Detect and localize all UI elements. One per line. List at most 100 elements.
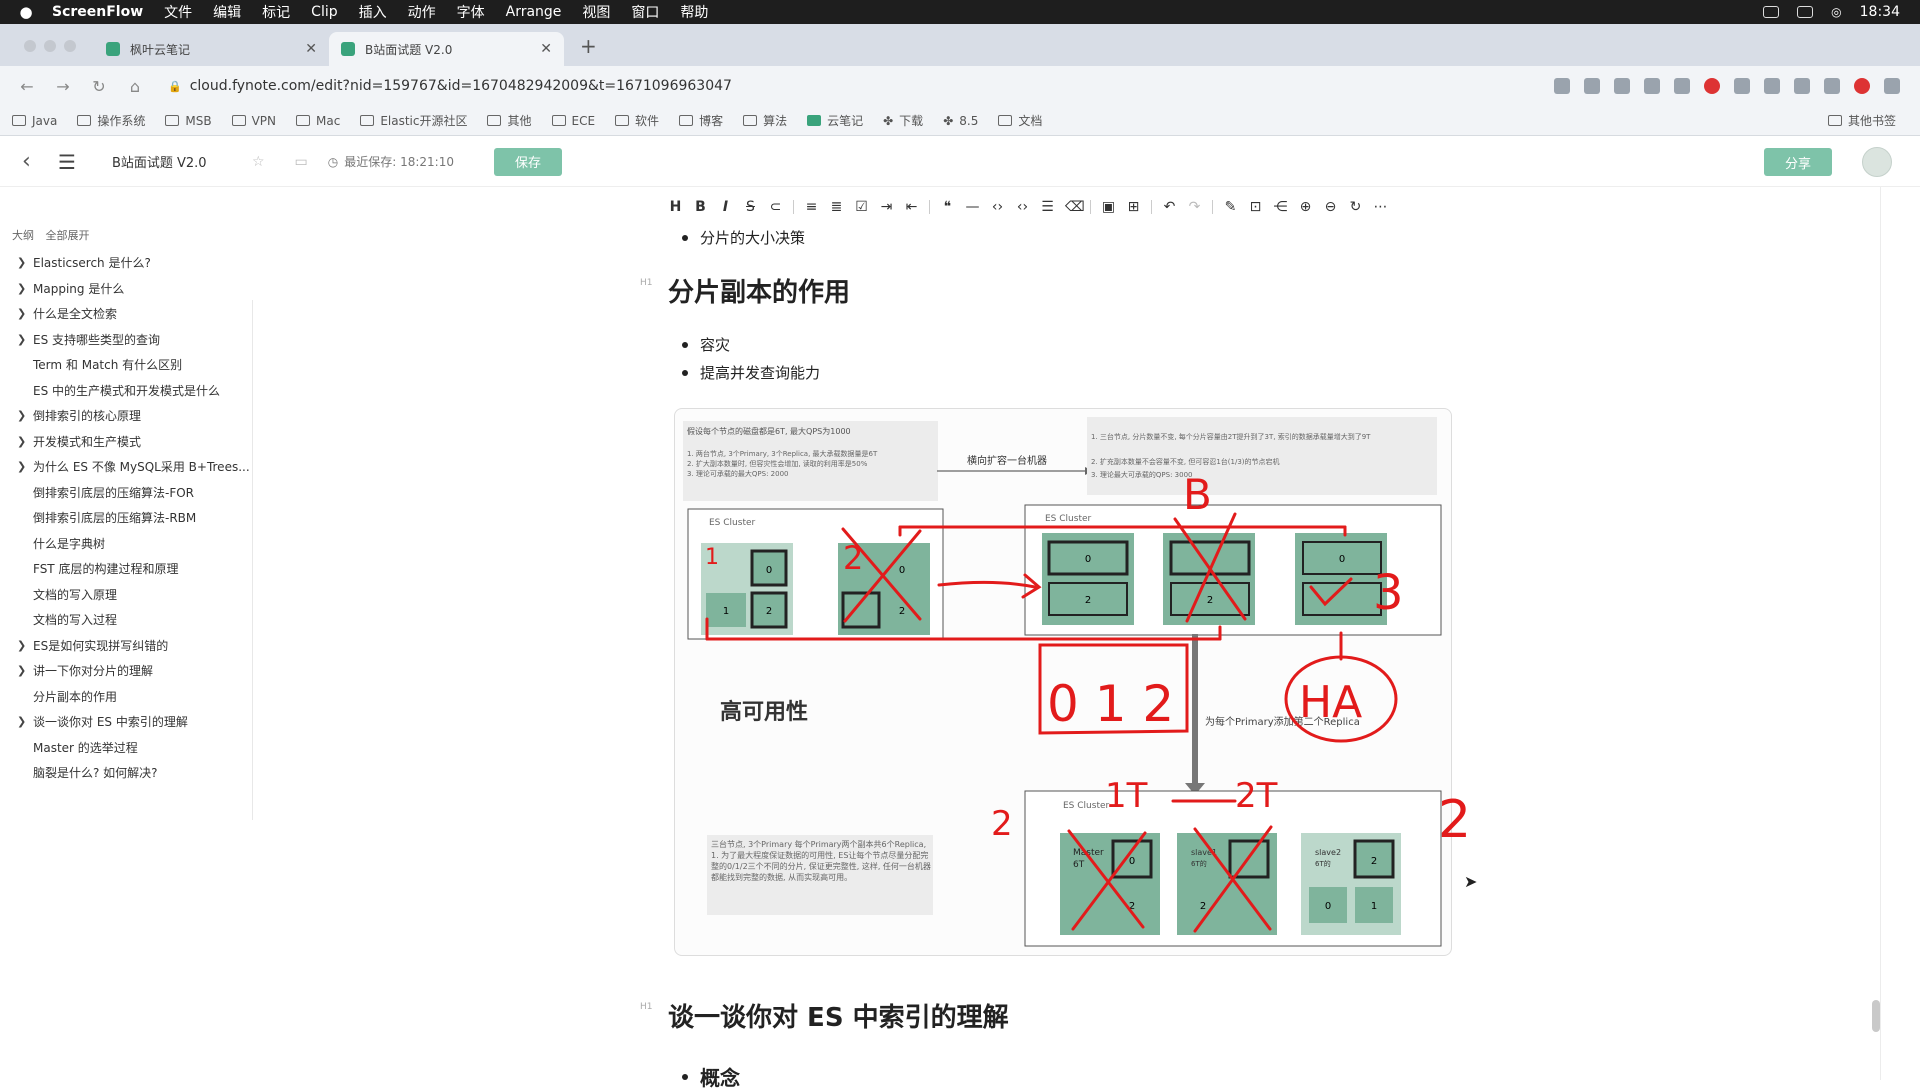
menu-icon[interactable]: ☰ bbox=[58, 150, 76, 174]
chevron-right-icon[interactable]: ❯ bbox=[17, 460, 29, 473]
outline-item[interactable]: 文档的写入过程 bbox=[0, 607, 255, 633]
chevron-right-icon[interactable]: ❯ bbox=[17, 435, 29, 448]
outline-item[interactable]: ❯ 讲一下你对分片的理解 bbox=[0, 658, 255, 684]
close-tab-icon[interactable]: ✕ bbox=[540, 41, 552, 57]
code-block-icon[interactable]: ‹› bbox=[1015, 199, 1030, 215]
bookmark-folder[interactable]: Java bbox=[12, 114, 57, 128]
save-button[interactable]: 保存 bbox=[493, 147, 562, 176]
outline-item[interactable]: ❯ ES 支持哪些类型的查询 bbox=[0, 327, 255, 353]
extension-icon[interactable] bbox=[1734, 78, 1750, 94]
chevron-right-icon[interactable]: ❯ bbox=[17, 333, 29, 346]
outline-item[interactable]: 脑裂是什么? 如何解决? bbox=[0, 760, 255, 786]
close-window-button[interactable] bbox=[24, 40, 36, 52]
extension-icon[interactable] bbox=[1674, 78, 1690, 94]
indent-icon[interactable]: ⇥ bbox=[879, 199, 894, 215]
chevron-right-icon[interactable]: ❯ bbox=[17, 715, 29, 728]
extension-icon[interactable] bbox=[1764, 78, 1780, 94]
outline-item[interactable]: 文档的写入原理 bbox=[0, 582, 255, 608]
outline-item[interactable]: ❯ ES是如何实现拼写纠错的 bbox=[0, 633, 255, 659]
menu-item-view[interactable]: 视图 bbox=[582, 2, 610, 22]
chevron-right-icon[interactable]: ❯ bbox=[17, 256, 29, 269]
list-item[interactable]: 分片的大小决策 bbox=[682, 227, 805, 248]
heading-icon[interactable]: H bbox=[668, 199, 683, 215]
section-heading[interactable]: 谈一谈你对 ES 中索引的理解 bbox=[668, 997, 1009, 1034]
menu-item-file[interactable]: 文件 bbox=[164, 2, 192, 22]
menu-item-font[interactable]: 字体 bbox=[457, 2, 485, 22]
puzzle-icon[interactable] bbox=[1794, 78, 1810, 94]
bookmark-link[interactable]: ✤ 下载 bbox=[883, 112, 923, 129]
bookmark-folder[interactable]: 其他 bbox=[487, 112, 532, 129]
quote-icon[interactable]: ❝ bbox=[940, 199, 955, 215]
forward-arrow-icon[interactable]: → bbox=[54, 77, 72, 96]
shard-replica-diagram[interactable]: 假设每个节点的磁盘都是6T, 最大QPS为1000 1. 两台节点, 3个Pri… bbox=[674, 408, 1452, 956]
bookmark-link[interactable]: 云笔记 bbox=[807, 112, 863, 129]
chevron-right-icon[interactable]: ❯ bbox=[17, 282, 29, 295]
outline-item[interactable]: 什么是字典树 bbox=[0, 531, 255, 557]
outline-item[interactable]: ❯ Mapping 是什么 bbox=[0, 276, 255, 302]
mindmap-icon[interactable]: ⋲ bbox=[1273, 199, 1288, 215]
chevron-right-icon[interactable]: ❯ bbox=[17, 664, 29, 677]
undo-icon[interactable]: ↶ bbox=[1162, 199, 1177, 215]
redo-icon[interactable]: ↷ bbox=[1187, 199, 1202, 215]
horizontal-rule-icon[interactable]: — bbox=[965, 199, 980, 215]
strikethrough-icon[interactable]: S bbox=[743, 199, 758, 215]
section-heading[interactable]: 分片副本的作用 bbox=[668, 272, 850, 309]
folder-move-icon[interactable]: ▭ bbox=[295, 154, 308, 170]
new-tab-button[interactable]: + bbox=[580, 34, 597, 58]
reload-icon[interactable]: ↻ bbox=[90, 77, 108, 96]
outline-item[interactable]: ❯ 什么是全文检索 bbox=[0, 301, 255, 327]
menu-item-action[interactable]: 动作 bbox=[408, 2, 436, 22]
table-icon[interactable]: ⊞ bbox=[1126, 199, 1141, 215]
outdent-icon[interactable]: ⇤ bbox=[904, 199, 919, 215]
apple-icon[interactable]: ● bbox=[14, 3, 38, 21]
refresh-icon[interactable]: ↻ bbox=[1348, 199, 1363, 215]
other-bookmarks[interactable]: 其他书签 bbox=[1827, 112, 1896, 129]
bookmark-folder[interactable]: Elastic开源社区 bbox=[360, 112, 467, 129]
menu-item-arrange[interactable]: Arrange bbox=[506, 4, 562, 20]
image-icon[interactable]: ▣ bbox=[1101, 199, 1116, 215]
menu-item-mark[interactable]: 标记 bbox=[262, 2, 290, 22]
extension-icon[interactable] bbox=[1704, 78, 1720, 94]
bookmark-folder[interactable]: 文档 bbox=[998, 112, 1042, 129]
back-arrow-icon[interactable]: ← bbox=[18, 77, 36, 96]
format-painter-icon[interactable]: ⊡ bbox=[1248, 199, 1263, 215]
bookmark-folder[interactable]: 算法 bbox=[743, 112, 787, 129]
menu-item-help[interactable]: 帮助 bbox=[680, 2, 708, 22]
list-item[interactable]: 提高并发查询能力 bbox=[682, 362, 820, 383]
tab-active-note[interactable]: B站面试题 V2.0 ✕ bbox=[329, 32, 564, 66]
bookmark-folder[interactable]: 操作系统 bbox=[77, 112, 145, 129]
zoom-window-button[interactable] bbox=[64, 40, 76, 52]
clear-format-icon[interactable]: ⌫ bbox=[1065, 199, 1085, 215]
menu-item-app[interactable]: ScreenFlow bbox=[52, 4, 143, 20]
bookmark-folder[interactable]: 软件 bbox=[615, 112, 659, 129]
outline-item[interactable]: 倒排索引底层的压缩算法-FOR bbox=[0, 480, 255, 506]
extension-icon[interactable] bbox=[1614, 78, 1630, 94]
outline-item[interactable]: ❯ 为什么 ES 不像 MySQL采用 B+Trees... bbox=[0, 454, 255, 480]
share-button[interactable]: 分享 bbox=[1764, 148, 1832, 176]
bold-icon[interactable]: B bbox=[693, 199, 708, 215]
menu-item-edit[interactable]: 编辑 bbox=[213, 2, 241, 22]
menu-dots-icon[interactable] bbox=[1884, 78, 1900, 94]
list-item[interactable]: 概念 bbox=[682, 1062, 740, 1091]
link-icon[interactable]: ⊂ bbox=[768, 199, 783, 215]
chevron-right-icon[interactable]: ❯ bbox=[17, 307, 29, 320]
clock[interactable]: 18:34 bbox=[1860, 4, 1900, 20]
outline-item[interactable]: FST 底层的构建过程和原理 bbox=[0, 556, 255, 582]
bookmark-folder[interactable]: Mac bbox=[296, 114, 340, 128]
italic-icon[interactable]: I bbox=[718, 199, 733, 215]
ordered-list-icon[interactable]: ≣ bbox=[829, 199, 844, 215]
expand-all-link[interactable]: 全部展开 bbox=[46, 229, 90, 242]
minimize-window-button[interactable] bbox=[44, 40, 56, 52]
document-title[interactable]: B站面试题 V2.0 bbox=[112, 152, 222, 171]
back-chevron-icon[interactable]: ‹ bbox=[22, 149, 38, 174]
control-center-icon[interactable] bbox=[1797, 6, 1814, 18]
outline-item[interactable]: ES 中的生产模式和开发模式是什么 bbox=[0, 378, 255, 404]
outline-item[interactable]: ❯ Elasticserch 是什么? bbox=[0, 250, 255, 276]
star-icon[interactable]: ☆ bbox=[252, 154, 265, 170]
home-icon[interactable]: ⌂ bbox=[126, 77, 144, 96]
scrollbar-thumb[interactable] bbox=[1872, 1000, 1880, 1032]
bookmark-folder[interactable]: VPN bbox=[231, 114, 276, 128]
list-item[interactable]: 容灾 bbox=[682, 334, 730, 355]
outline-item[interactable]: ❯ 倒排索引的核心原理 bbox=[0, 403, 255, 429]
outline-item[interactable]: Master 的选举过程 bbox=[0, 735, 255, 761]
